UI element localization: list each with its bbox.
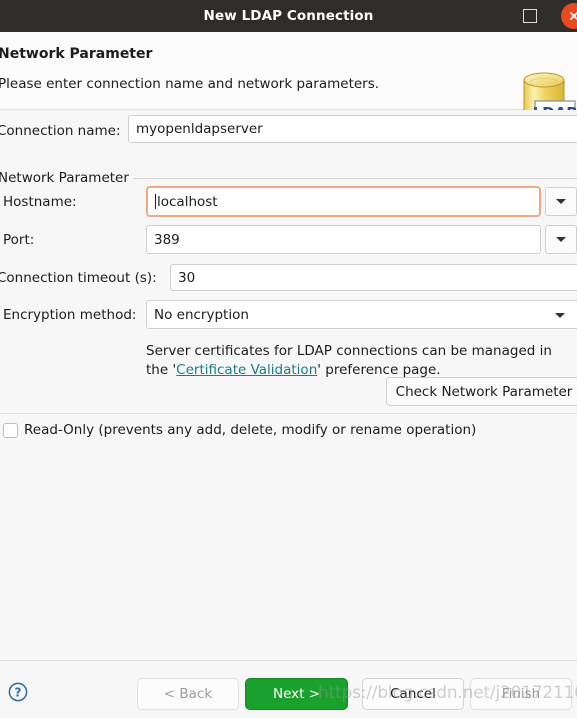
timeout-label: Connection timeout (s): (0, 270, 157, 286)
chevron-down-icon (555, 313, 565, 318)
certificate-info-text: Server certificates for LDAP connections… (146, 342, 576, 380)
network-parameter-group-label: Network Parameter (0, 170, 133, 186)
help-icon[interactable]: ? (8, 682, 28, 702)
group-divider (118, 178, 577, 179)
readonly-divider (0, 413, 577, 414)
port-value: 389 (154, 231, 180, 248)
window-titlebar: New LDAP Connection (0, 0, 577, 32)
connection-name-value: myopenldapserver (136, 121, 263, 137)
close-icon[interactable] (561, 3, 577, 29)
info-suffix: ' preference page. (317, 362, 441, 378)
port-label: Port: (3, 232, 35, 248)
timeout-input[interactable]: 30 (170, 264, 577, 291)
page-title: Network Parameter (0, 46, 153, 62)
chevron-down-icon (556, 237, 566, 242)
window-title: New LDAP Connection (203, 8, 374, 24)
encryption-method-value: No encryption (154, 306, 249, 323)
check-network-parameter-button[interactable]: Check Network Parameter (386, 377, 577, 406)
chevron-down-icon (556, 199, 566, 204)
page-subtitle: Please enter connection name and network… (0, 76, 380, 92)
port-dropdown-button[interactable] (545, 225, 577, 254)
timeout-value: 30 (178, 269, 196, 286)
connection-name-label: Connection name: (0, 123, 121, 139)
read-only-label: Read-Only (prevents any add, delete, mod… (24, 422, 477, 438)
wizard-body: Connection name: myopenldapserver Networ… (0, 110, 577, 660)
close-x-glyph (570, 12, 577, 20)
encryption-method-label: Encryption method: (3, 307, 137, 323)
hostname-label: Hostname: (3, 194, 77, 210)
certificate-validation-link[interactable]: Certificate Validation (176, 362, 317, 378)
port-input[interactable]: 389 (146, 225, 541, 254)
maximize-icon[interactable] (523, 9, 537, 23)
hostname-value: localhost (157, 193, 218, 210)
read-only-checkbox[interactable] (3, 423, 18, 438)
next-button[interactable]: Next > (245, 678, 348, 710)
encryption-method-select[interactable]: No encryption (146, 300, 577, 329)
wizard-header: Network Parameter Please enter connectio… (0, 32, 577, 126)
svg-text:?: ? (15, 686, 22, 700)
text-caret (155, 194, 156, 209)
hostname-dropdown-button[interactable] (545, 187, 577, 216)
cancel-button[interactable]: Cancel (362, 678, 464, 710)
connection-name-input[interactable]: myopenldapserver (128, 115, 577, 143)
hostname-input[interactable]: localhost (146, 186, 541, 217)
back-button[interactable]: < Back (137, 678, 239, 710)
finish-button[interactable]: Finish (470, 678, 572, 710)
